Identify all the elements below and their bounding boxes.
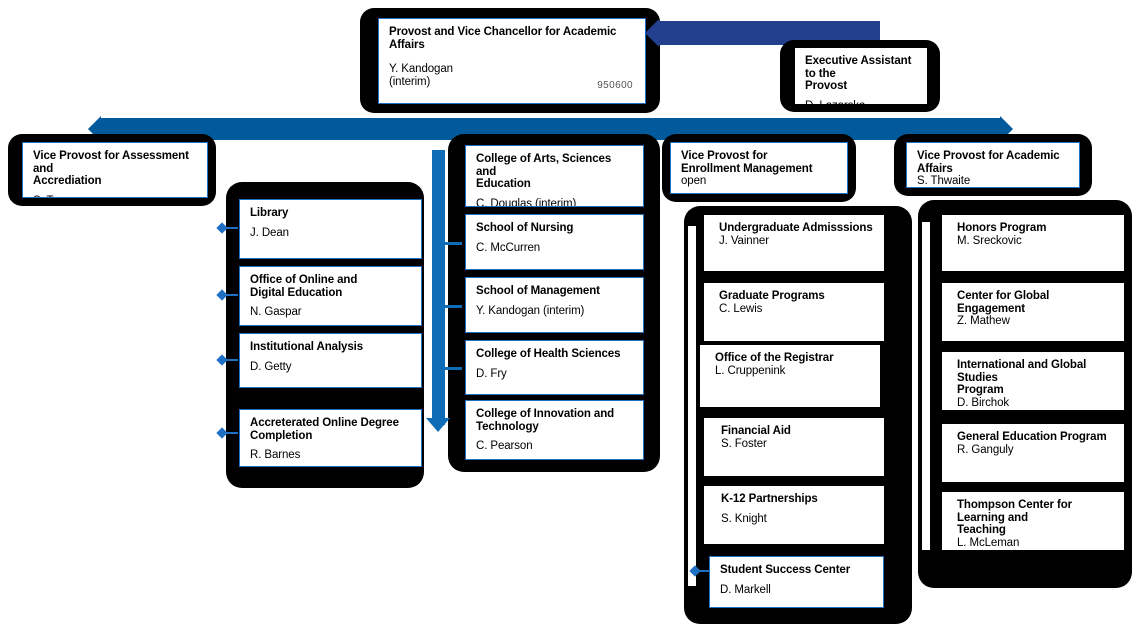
node-title: K-12 Partnerships: [721, 493, 818, 505]
node-person: D. Birchok: [957, 396, 1010, 409]
node-student-success-center[interactable]: Student Success Center D. Markell: [704, 556, 884, 608]
node-title: Graduate Programs: [719, 290, 825, 302]
node-title: Office of the Registrar: [715, 352, 834, 364]
node-financial-aid[interactable]: Financial Aid S. Foster: [704, 418, 884, 476]
node-title: Thompson Center for Learning and Teachin…: [957, 499, 1073, 537]
node-title: Accreterated Online Degree Completion: [250, 417, 399, 442]
node-person: D. Getty: [250, 360, 292, 373]
node-center-global-engagement[interactable]: Center for Global Engagement Z. Mathew: [942, 283, 1124, 341]
node-undergraduate-admissions[interactable]: Undergraduate Admisssions J. Vainner: [704, 215, 884, 271]
node-title: College of Innovation and Technology: [476, 408, 615, 433]
connector-stub: [224, 294, 238, 296]
node-office-of-registrar[interactable]: Office of the Registrar L. Cruppenink: [700, 345, 880, 407]
node-title: Student Success Center: [720, 564, 851, 576]
node-person: S. Turner: [33, 195, 197, 197]
node-title: College of Health Sciences: [476, 348, 621, 360]
node-title: Executive Assistant to the Provost: [805, 55, 912, 93]
node-person: D. Fry: [476, 367, 507, 380]
node-office-online-digital-education[interactable]: Office of Online and Digital Education N…: [234, 266, 422, 326]
org-chart-canvas: Provost and Vice Chancellor for Academic…: [0, 0, 1136, 631]
node-accelerated-online-degree-completion[interactable]: Accreterated Online Degree Completion R.…: [234, 409, 422, 467]
node-code: 950600: [597, 80, 633, 91]
node-college-arts-sciences-education[interactable]: College of Arts, Sciences and Education …: [460, 145, 644, 207]
column-spine-enrollment: [688, 226, 696, 586]
node-person: C. Douglas (interim): [476, 197, 577, 207]
node-person: open: [681, 175, 707, 188]
node-person: S. Foster: [721, 437, 767, 450]
connector-stub: [224, 432, 238, 434]
node-person: S. Knight: [721, 512, 767, 525]
node-school-of-nursing[interactable]: School of Nursing C. McCurren: [460, 214, 644, 270]
node-institutional-analysis[interactable]: Institutional Analysis D. Getty: [234, 333, 422, 388]
node-title: Provost and Vice Chancellor for Academic…: [389, 26, 617, 51]
node-college-innovation-technology[interactable]: College of Innovation and Technology C. …: [460, 400, 644, 460]
node-thompson-center-learning-teaching[interactable]: Thompson Center for Learning and Teachin…: [942, 492, 1124, 550]
node-person: R. Ganguly: [957, 443, 1014, 456]
node-person: M. Sreckovic: [957, 234, 1022, 247]
node-provost[interactable]: Provost and Vice Chancellor for Academic…: [360, 8, 660, 113]
column-spine-colleges: [432, 150, 445, 425]
node-person: J. Vainner: [719, 234, 769, 247]
connector-stub: [224, 227, 238, 229]
node-title: College of Arts, Sciences and Education: [476, 153, 612, 191]
node-international-global-studies-program[interactable]: International and Global Studies Program…: [942, 352, 1124, 410]
connector-stub: [696, 570, 710, 572]
connector-arrow-to-provost: [645, 19, 659, 47]
node-person: N. Gaspar: [250, 306, 302, 319]
connector-stub: [224, 359, 238, 361]
node-person: J. Dean: [250, 226, 289, 239]
connector-stub: [444, 305, 462, 308]
column-spine-arrow-colleges-icon: [426, 418, 450, 432]
node-title: School of Management: [476, 285, 600, 297]
node-k12-partnerships[interactable]: K-12 Partnerships S. Knight: [704, 486, 884, 544]
node-school-of-management[interactable]: School of Management Y. Kandogan (interi…: [460, 277, 644, 333]
node-title: Library: [250, 207, 289, 219]
connector-stub: [444, 242, 462, 245]
node-person: Y. Kandogan (interim): [476, 304, 585, 317]
node-person: C. McCurren: [476, 241, 541, 254]
node-vice-provost-assessment[interactable]: Vice Provost for Assessment and Accredia…: [8, 134, 216, 206]
node-title: Vice Provost for Academic Affairs: [917, 150, 1060, 175]
node-person: D. Markell: [720, 583, 771, 596]
node-person: C. Pearson: [476, 440, 533, 453]
node-title: School of Nursing: [476, 222, 574, 234]
node-person: S. Thwaite: [917, 175, 971, 188]
node-graduate-programs[interactable]: Graduate Programs C. Lewis: [704, 283, 884, 341]
node-title: General Education Program: [957, 431, 1107, 443]
column-spine-academic-affairs: [922, 222, 930, 550]
node-person: D. Lazarska: [805, 100, 917, 104]
node-college-health-sciences[interactable]: College of Health Sciences D. Fry: [460, 340, 644, 395]
node-vice-provost-enrollment[interactable]: Vice Provost for Enrollment Management o…: [662, 134, 856, 202]
node-honors-program[interactable]: Honors Program M. Sreckovic: [942, 215, 1124, 271]
node-executive-assistant[interactable]: Executive Assistant to the Provost D. La…: [780, 40, 940, 112]
node-person: R. Barnes: [250, 449, 301, 462]
node-vice-provost-academic-affairs[interactable]: Vice Provost for Academic Affairs S. Thw…: [894, 134, 1092, 196]
node-general-education-program[interactable]: General Education Program R. Ganguly: [942, 424, 1124, 482]
node-person: L. McLeman: [957, 536, 1020, 549]
node-person: Z. Mathew: [957, 315, 1010, 328]
node-title: Vice Provost for Assessment and Accredia…: [33, 150, 189, 188]
node-title: Center for Global Engagement: [957, 290, 1050, 315]
node-title: Office of Online and Digital Education: [250, 274, 358, 299]
node-title: Vice Provost for Enrollment Management: [681, 150, 813, 175]
node-title: Undergraduate Admisssions: [719, 222, 873, 234]
connector-stub: [444, 367, 462, 370]
node-title: Institutional Analysis: [250, 341, 364, 353]
node-person: C. Lewis: [719, 302, 763, 315]
node-title: Honors Program: [957, 222, 1047, 234]
node-title: Financial Aid: [721, 425, 791, 437]
node-person: L. Cruppenink: [715, 364, 786, 377]
node-library[interactable]: Library J. Dean: [234, 199, 422, 259]
node-title: International and Global Studies Program: [957, 359, 1087, 397]
